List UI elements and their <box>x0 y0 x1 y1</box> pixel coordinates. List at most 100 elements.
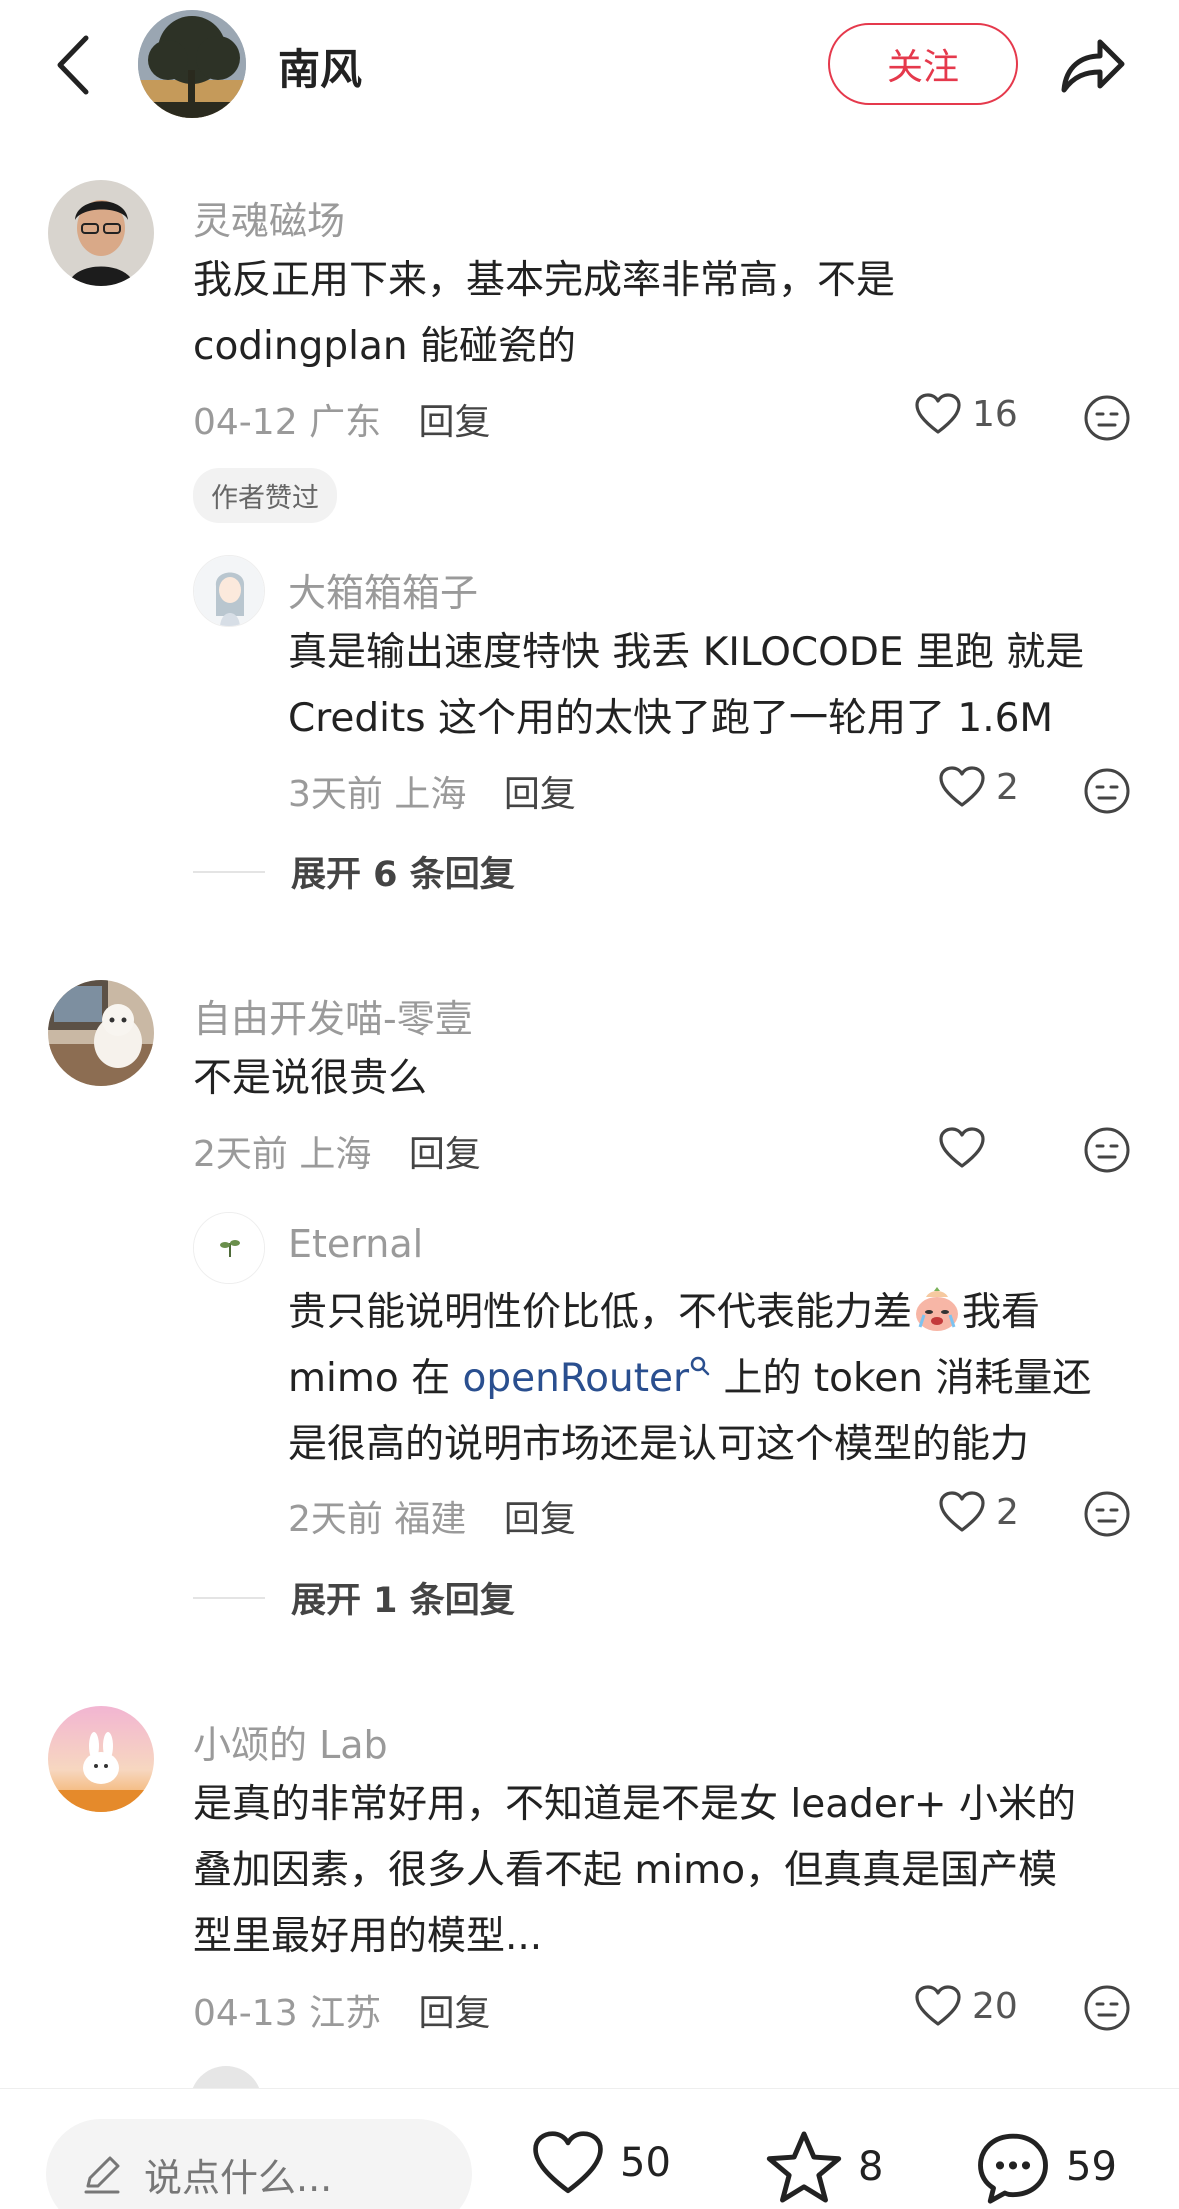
face-icon[interactable] <box>1083 1984 1131 2032</box>
heart-icon <box>533 2131 603 2194</box>
reply-user-name[interactable]: 大箱箱箱子 <box>288 562 478 617</box>
like-post-button[interactable]: 50 <box>530 2129 671 2197</box>
comment-line: 叠加因素，很多人看不起 mimo，但真真是国产模 <box>193 1848 1058 1893</box>
heart-icon <box>939 1491 985 1532</box>
reply-avatar[interactable] <box>193 555 265 627</box>
like-count: 16 <box>972 393 1018 435</box>
like-button[interactable]: 20 <box>914 1984 1018 2028</box>
divider-line <box>193 1596 265 1599</box>
back-button[interactable] <box>50 30 100 100</box>
author-avatar[interactable] <box>138 10 246 118</box>
favorite-count: 8 <box>858 2144 884 2190</box>
reply-button[interactable]: 回复 <box>419 1993 491 2034</box>
comment-meta: 04-13 江苏 回复 <box>193 1984 491 2036</box>
comment-input-placeholder: 说点什么... <box>144 2155 333 2200</box>
reply-avatar[interactable] <box>193 1212 265 1284</box>
author-liked-badge: 作者赞过 <box>193 468 337 523</box>
comment-line: 不是说很贵么 <box>193 1056 428 1101</box>
comment-line: 我反正用下来，基本完成率非常高，不是 <box>193 258 896 303</box>
comment-meta: 2天前 上海 回复 <box>193 1125 481 1177</box>
reply-location: 上海 <box>394 774 467 815</box>
crying-emoji-icon <box>916 1287 959 1331</box>
heart-icon <box>939 766 985 807</box>
openrouter-link[interactable]: openRouter <box>462 1356 689 1401</box>
expand-replies-button[interactable]: 展开 6 条回复 <box>193 846 515 897</box>
comment-location: 江苏 <box>309 1993 382 2034</box>
reply-text: 贵只能说明性价比低，不代表能力差 我看 mimo 在 openRouter 上的 … <box>288 1280 1091 1478</box>
face-icon[interactable] <box>1083 1126 1131 1174</box>
share-button[interactable] <box>1056 30 1128 98</box>
share-icon <box>1061 39 1125 93</box>
favorite-button[interactable]: 8 <box>764 2129 883 2205</box>
expand-replies-button[interactable]: 展开 1 条回复 <box>193 1572 515 1623</box>
like-button[interactable]: 2 <box>938 765 1019 809</box>
follow-button[interactable]: 关注 <box>828 23 1018 105</box>
reply-text-segment: mimo 在 <box>288 1356 463 1401</box>
divider-line <box>193 870 265 873</box>
reply-date: 3天前 <box>288 774 383 815</box>
comment-text: 我反正用下来，基本完成率非常高，不是 codingplan 能碰瓷的 <box>193 248 895 380</box>
expand-replies-label: 展开 6 条回复 <box>291 855 515 895</box>
expand-replies-label: 展开 1 条回复 <box>291 1581 515 1621</box>
comment-input[interactable]: 说点什么... <box>46 2119 472 2209</box>
commenter-name[interactable]: 自由开发喵-零壹 <box>193 988 473 1043</box>
pencil-icon <box>84 2156 120 2194</box>
comment-count: 59 <box>1066 2144 1117 2190</box>
comment-line: codingplan 能碰瓷的 <box>193 324 576 369</box>
like-count: 20 <box>972 1985 1018 2027</box>
top-nav-bar: 南风 关注 <box>0 0 1179 130</box>
reply-text-segment: 我看 <box>962 1290 1041 1335</box>
like-count: 2 <box>996 1491 1019 1533</box>
reply-line: Credits 这个用的太快了跑了一轮用了 1.6M <box>288 696 1054 741</box>
face-icon[interactable] <box>1083 1490 1131 1538</box>
comment-line: 型里最好用的模型... <box>193 1914 543 1959</box>
face-icon[interactable] <box>1083 767 1131 815</box>
comment-date: 2天前 <box>193 1134 288 1175</box>
bottom-action-bar: 说点什么... 50 8 59 <box>0 2088 1179 2209</box>
comment-text: 不是说很贵么 <box>193 1046 427 1112</box>
like-button[interactable] <box>938 1126 996 1170</box>
like-count: 2 <box>996 766 1019 808</box>
heart-icon <box>939 1127 985 1168</box>
reply-button[interactable]: 回复 <box>504 1499 576 1540</box>
comment-text: 是真的非常好用，不知道是不是女 leader+ 小米的 叠加因素，很多人看不起 … <box>193 1772 1076 1970</box>
reply-meta: 2天前 福建 回复 <box>288 1490 576 1542</box>
comment-meta: 04-12 广东 回复 <box>193 393 491 445</box>
reply-text-segment: 上的 token 消耗量还 <box>711 1356 1092 1401</box>
back-icon <box>57 35 89 95</box>
comment-date: 04-13 <box>193 1993 298 2034</box>
commenter-avatar[interactable] <box>48 980 154 1086</box>
reply-line: 是很高的说明市场还是认可这个模型的能力 <box>288 1422 1030 1467</box>
reply-text-segment: 贵只能说明性价比低，不代表能力差 <box>288 1290 913 1335</box>
post-like-count: 50 <box>620 2140 671 2186</box>
heart-icon <box>915 393 961 434</box>
author-name[interactable]: 南风 <box>278 36 362 97</box>
reply-user-name[interactable]: Eternal <box>288 1222 423 1266</box>
reply-line: 贵只能说明性价比低，不代表能力差 我看 <box>288 1280 1091 1346</box>
face-icon[interactable] <box>1083 394 1131 442</box>
reply-date: 2天前 <box>288 1499 383 1540</box>
reply-meta: 3天前 上海 回复 <box>288 765 576 817</box>
like-button[interactable]: 16 <box>914 392 1018 436</box>
comment-location: 广东 <box>309 402 382 443</box>
reply-line: 真是输出速度特快 我丢 KILOCODE 里跑 就是 <box>288 630 1085 675</box>
reply-line: mimo 在 openRouter 上的 token 消耗量还 <box>288 1346 1091 1412</box>
reply-location: 福建 <box>394 1499 467 1540</box>
search-link-icon[interactable] <box>689 1355 711 1377</box>
commenter-name[interactable]: 灵魂磁场 <box>193 190 345 245</box>
like-button[interactable]: 2 <box>938 1490 1019 1534</box>
commenter-avatar[interactable] <box>48 180 154 286</box>
heart-icon <box>915 1985 961 2026</box>
star-icon <box>766 2131 842 2203</box>
comment-date: 04-12 <box>193 402 298 443</box>
comment-icon <box>978 2133 1048 2204</box>
commenter-name[interactable]: 小颂的 Lab <box>193 1714 388 1769</box>
reply-text: 真是输出速度特快 我丢 KILOCODE 里跑 就是 Credits 这个用的太… <box>288 620 1084 752</box>
commenter-avatar[interactable] <box>48 1706 154 1812</box>
reply-button[interactable]: 回复 <box>419 402 491 443</box>
reply-button[interactable]: 回复 <box>504 774 576 815</box>
reply-button[interactable]: 回复 <box>409 1134 481 1175</box>
comments-button[interactable]: 59 <box>974 2129 1117 2205</box>
comment-line: 是真的非常好用，不知道是不是女 leader+ 小米的 <box>193 1782 1076 1827</box>
comment-location: 上海 <box>299 1134 372 1175</box>
